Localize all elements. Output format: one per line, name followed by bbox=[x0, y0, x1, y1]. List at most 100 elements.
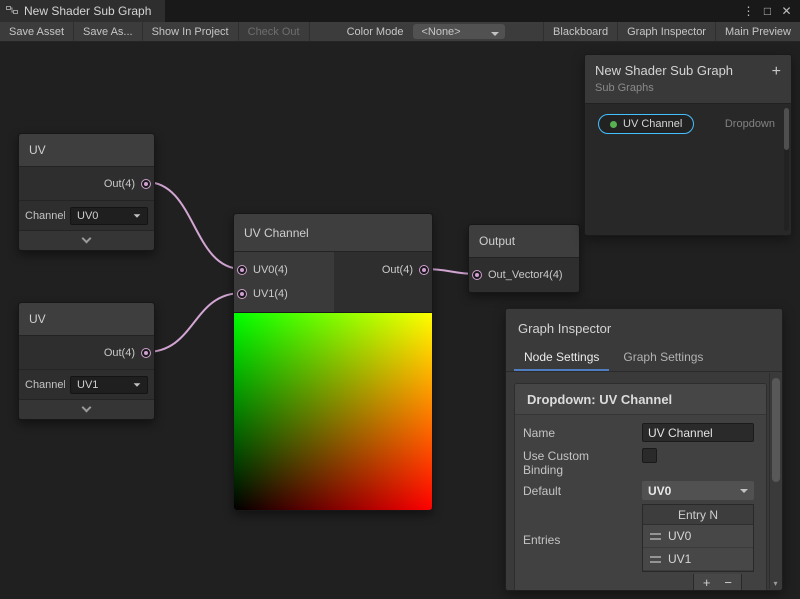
inspector-tabs: Node Settings Graph Settings bbox=[506, 345, 782, 372]
chevron-down-icon bbox=[134, 383, 141, 386]
graph-inspector-toggle-button[interactable]: Graph Inspector bbox=[617, 22, 715, 41]
chevron-down-icon bbox=[740, 489, 748, 493]
main-preview-toggle-button[interactable]: Main Preview bbox=[715, 22, 800, 41]
titlebar: New Shader Sub Graph ⋮ □ ✕ bbox=[0, 0, 800, 22]
default-label: Default bbox=[523, 481, 642, 498]
collapse-preview-button[interactable] bbox=[19, 399, 154, 419]
blackboard-field-uv-channel[interactable]: UV Channel bbox=[598, 114, 694, 134]
node-title: UV bbox=[29, 312, 46, 326]
exposed-dot-icon bbox=[610, 121, 617, 128]
tab-title: New Shader Sub Graph bbox=[24, 4, 151, 18]
edge-uv0-connection[interactable] bbox=[146, 182, 242, 269]
inspector-content: Dropdown: UV Channel Name Use Custom Bin… bbox=[514, 383, 767, 590]
port-out-icon[interactable] bbox=[141, 179, 151, 189]
node-uv-channel-header[interactable]: UV Channel bbox=[234, 214, 432, 252]
blackboard-body: UV Channel Dropdown bbox=[585, 104, 791, 235]
blackboard-field-row: UV Channel Dropdown bbox=[585, 114, 791, 134]
graph-inspector-panel[interactable]: Graph Inspector Node Settings Graph Sett… bbox=[505, 308, 783, 591]
default-dropdown[interactable]: UV0 bbox=[642, 481, 754, 500]
entries-label: Entries bbox=[523, 530, 642, 547]
outputs-column: Out(4) bbox=[334, 252, 432, 312]
entry-row-uv0[interactable]: UV0 bbox=[643, 525, 753, 548]
entry-label: UV0 bbox=[668, 529, 691, 543]
port-label: UV1(4) bbox=[253, 288, 288, 300]
port-in-uv1-icon[interactable] bbox=[237, 289, 247, 299]
port-label: Out_Vector4(4) bbox=[488, 269, 563, 281]
node-uv-top-header[interactable]: UV bbox=[19, 134, 154, 167]
custom-binding-checkbox[interactable] bbox=[642, 448, 657, 463]
remove-entry-button[interactable]: − bbox=[724, 575, 732, 590]
blackboard-panel[interactable]: New Shader Sub Graph Sub Graphs + UV Cha… bbox=[584, 54, 792, 236]
shader-graph-icon bbox=[6, 4, 18, 19]
name-input[interactable] bbox=[642, 423, 754, 442]
port-in-icon[interactable] bbox=[472, 270, 482, 280]
color-mode-label: Color Mode bbox=[338, 22, 410, 41]
port-in-uv0-icon[interactable] bbox=[237, 265, 247, 275]
custom-binding-label: Use Custom Binding bbox=[523, 446, 603, 477]
node-uv-bottom-header[interactable]: UV bbox=[19, 303, 154, 336]
name-label: Name bbox=[523, 423, 642, 440]
node-title: UV Channel bbox=[244, 226, 309, 240]
chevron-down-icon bbox=[134, 214, 141, 217]
entry-row-uv1[interactable]: UV1 bbox=[643, 548, 753, 571]
drag-handle-icon[interactable] bbox=[650, 556, 661, 563]
toolbar: Save Asset Save As... Show In Project Ch… bbox=[0, 22, 800, 42]
node-uv-bottom[interactable]: UV Out(4) Channel UV1 bbox=[18, 302, 155, 420]
chevron-down-icon bbox=[82, 234, 92, 244]
blackboard-title: New Shader Sub Graph bbox=[595, 63, 781, 78]
channel-dropdown[interactable]: UV1 bbox=[70, 376, 148, 394]
window-controls: ⋮ □ ✕ bbox=[739, 0, 800, 22]
node-title: UV bbox=[29, 143, 46, 157]
inputs-column: UV0(4) UV1(4) bbox=[234, 252, 334, 312]
collapse-preview-button[interactable] bbox=[19, 230, 154, 250]
blackboard-toggle-button[interactable]: Blackboard bbox=[543, 22, 617, 41]
channel-value: UV0 bbox=[77, 210, 98, 222]
edge-uv1-connection[interactable] bbox=[146, 293, 242, 352]
tab-graph-settings[interactable]: Graph Settings bbox=[613, 345, 713, 371]
channel-dropdown[interactable]: UV0 bbox=[70, 207, 148, 225]
name-field-row: Name bbox=[523, 423, 756, 442]
close-icon[interactable]: ✕ bbox=[777, 0, 796, 22]
default-field-row: Default UV0 bbox=[523, 481, 756, 500]
node-output[interactable]: Output Out_Vector4(4) bbox=[468, 224, 580, 293]
node-uv-top[interactable]: UV Out(4) Channel UV0 bbox=[18, 133, 155, 251]
default-value: UV0 bbox=[648, 484, 671, 498]
add-entry-button[interactable]: + bbox=[703, 575, 711, 590]
menu-icon[interactable]: ⋮ bbox=[739, 0, 758, 22]
scrollbar-thumb[interactable] bbox=[784, 108, 789, 150]
inspector-scrollbar[interactable]: ▾ bbox=[769, 373, 781, 589]
drag-handle-icon[interactable] bbox=[650, 533, 661, 540]
scrollbar-thumb[interactable] bbox=[772, 378, 780, 482]
blackboard-header: New Shader Sub Graph Sub Graphs + bbox=[585, 55, 791, 104]
entries-footer-row: + − bbox=[523, 574, 756, 590]
inspector-title: Graph Inspector bbox=[506, 309, 782, 345]
node-uv-channel[interactable]: UV Channel UV0(4) UV1(4) Out(4) bbox=[233, 213, 433, 511]
channel-value: UV1 bbox=[77, 379, 98, 391]
field-name: UV Channel bbox=[623, 118, 682, 130]
blackboard-scrollbar[interactable] bbox=[784, 108, 789, 231]
graph-canvas[interactable]: UV Out(4) Channel UV0 UV Out(4) Channel bbox=[0, 42, 800, 599]
save-asset-button[interactable]: Save Asset bbox=[0, 22, 74, 41]
show-in-project-button[interactable]: Show In Project bbox=[143, 22, 239, 41]
check-out-button[interactable]: Check Out bbox=[239, 22, 310, 41]
channel-label: Channel bbox=[25, 210, 65, 222]
maximize-icon[interactable]: □ bbox=[758, 0, 777, 22]
port-out-icon[interactable] bbox=[141, 348, 151, 358]
channel-label: Channel bbox=[25, 379, 65, 391]
chevron-down-icon bbox=[82, 403, 92, 413]
window-tab[interactable]: New Shader Sub Graph bbox=[0, 0, 165, 22]
spacer bbox=[523, 574, 642, 577]
scroll-down-icon[interactable]: ▾ bbox=[770, 579, 781, 588]
tab-node-settings[interactable]: Node Settings bbox=[514, 345, 609, 371]
port-label: Out(4) bbox=[104, 347, 135, 359]
node-output-header[interactable]: Output bbox=[469, 225, 579, 258]
port-label: Out(4) bbox=[104, 178, 135, 190]
entries-row: Entries Entry N UV0 UV1 bbox=[523, 504, 756, 572]
color-mode-dropdown[interactable]: <None> bbox=[413, 24, 505, 39]
uv-preview bbox=[234, 312, 432, 510]
add-property-button[interactable]: + bbox=[772, 63, 781, 81]
entries-footer: + − bbox=[693, 574, 742, 590]
custom-binding-row: Use Custom Binding bbox=[523, 446, 756, 477]
save-as-button[interactable]: Save As... bbox=[74, 22, 143, 41]
port-out-icon[interactable] bbox=[419, 265, 429, 275]
